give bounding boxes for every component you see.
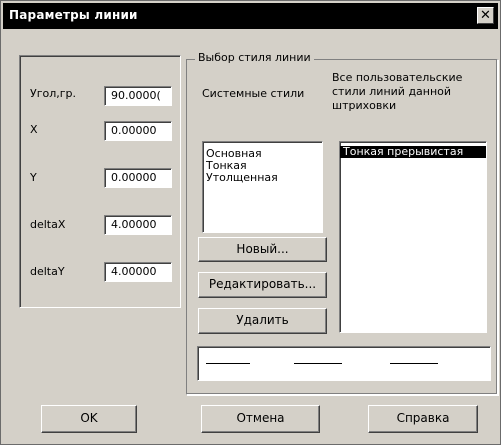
system-styles-list[interactable]: Основная Тонкая Утолщенная — [202, 141, 323, 233]
line-parameters-dialog: Параметры линии ✕ Угол,гр. 90.0000( X 0.… — [0, 0, 501, 445]
preview-dash — [390, 363, 438, 364]
close-button[interactable]: ✕ — [477, 7, 494, 24]
list-item-selected[interactable]: Тонкая прерывистая — [340, 146, 486, 158]
x-field[interactable]: 0.00000 — [104, 121, 172, 141]
help-button[interactable]: Справка — [368, 405, 478, 433]
cancel-button[interactable]: Отмена — [201, 405, 320, 433]
delete-style-button[interactable]: Удалить — [198, 308, 327, 334]
angle-label: Угол,гр. — [30, 87, 76, 100]
deltax-label: deltaX — [30, 218, 66, 231]
edit-style-button[interactable]: Редактировать... — [198, 272, 327, 298]
user-styles-header: Все пользовательские стили линий данной … — [332, 71, 463, 112]
deltax-field[interactable]: 4.00000 — [104, 215, 172, 235]
ok-button[interactable]: OK — [41, 405, 137, 433]
x-label: X — [30, 123, 38, 136]
line-style-preview — [197, 346, 491, 381]
system-styles-header: Системные стили — [202, 87, 305, 100]
preview-dash — [294, 363, 342, 364]
list-item[interactable]: Утолщенная — [203, 172, 322, 184]
user-styles-list[interactable]: Тонкая прерывистая — [339, 141, 487, 333]
deltay-field[interactable]: 4.00000 — [104, 262, 172, 282]
deltay-label: deltaY — [30, 265, 65, 278]
preview-dash — [206, 363, 250, 364]
y-field[interactable]: 0.00000 — [104, 168, 172, 188]
y-label: Y — [30, 171, 37, 184]
new-style-button[interactable]: Новый... — [198, 237, 327, 262]
style-group-legend: Выбор стиля линии — [195, 51, 314, 64]
title-bar: Параметры линии ✕ — [3, 3, 498, 29]
angle-field[interactable]: 90.0000( — [104, 86, 172, 106]
dialog-title: Параметры линии — [9, 8, 138, 22]
